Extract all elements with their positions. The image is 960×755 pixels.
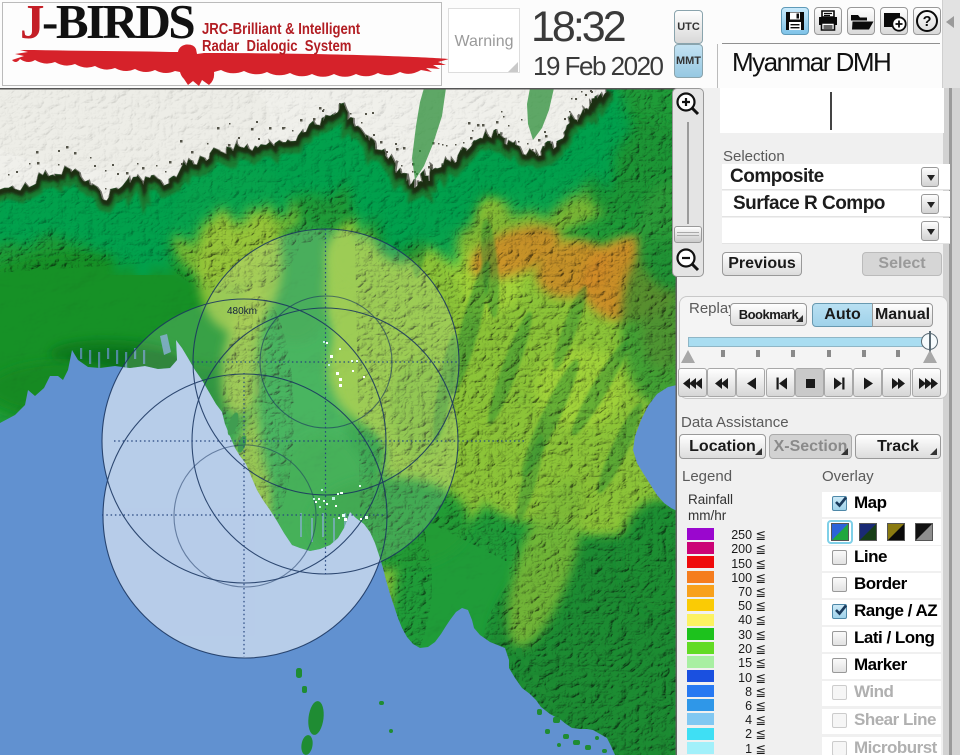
svg-text:480km: 480km	[227, 306, 257, 317]
svg-text:?: ?	[923, 14, 932, 30]
